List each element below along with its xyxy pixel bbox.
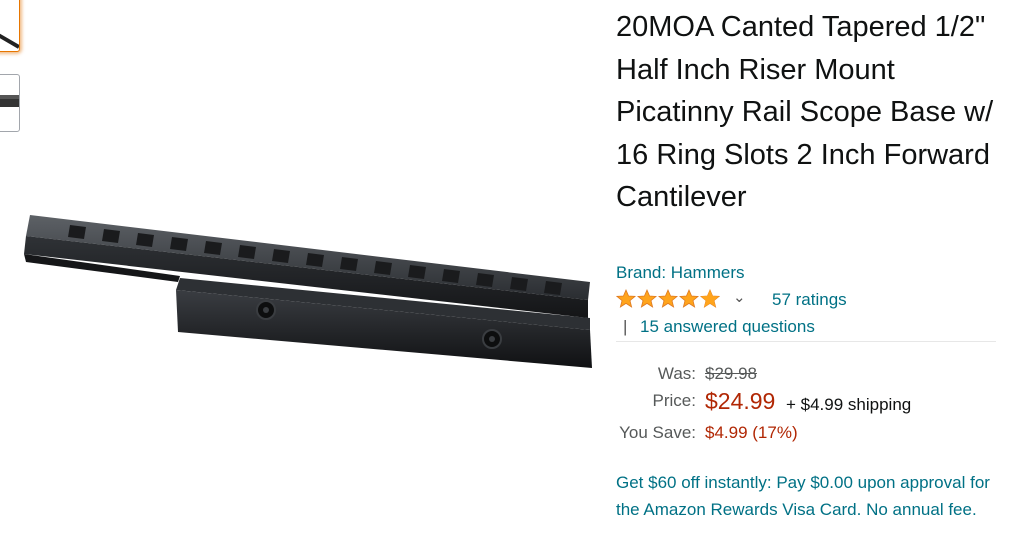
was-price: $29.98 — [705, 364, 757, 383]
product-title: 20MOA Canted Tapered 1/2" Half Inch Rise… — [616, 11, 994, 213]
savings-amount: $4.99 (17%) — [705, 423, 798, 442]
product-image[interactable] — [0, 0, 600, 549]
shipping-cost: + $4.99 shipping — [786, 395, 912, 414]
current-price: $24.99 — [705, 388, 776, 414]
price-label: Price: — [652, 391, 696, 410]
star-rating[interactable] — [616, 287, 720, 311]
divider — [616, 341, 996, 342]
chevron-down-icon[interactable]: ⌄ — [733, 288, 746, 306]
separator: | — [623, 317, 628, 336]
ratings-count-link[interactable]: 57 ratings — [772, 290, 847, 310]
star-rating-icon — [616, 288, 720, 308]
you-save-label: You Save: — [619, 423, 696, 442]
was-label: Was: — [657, 364, 696, 383]
brand-link[interactable]: Brand: Hammers — [616, 263, 744, 283]
rewards-card-promo-link[interactable]: Get $60 off instantly: Pay $0.00 upon ap… — [616, 470, 1006, 523]
answered-questions-link[interactable]: 15 answered questions — [640, 317, 815, 337]
